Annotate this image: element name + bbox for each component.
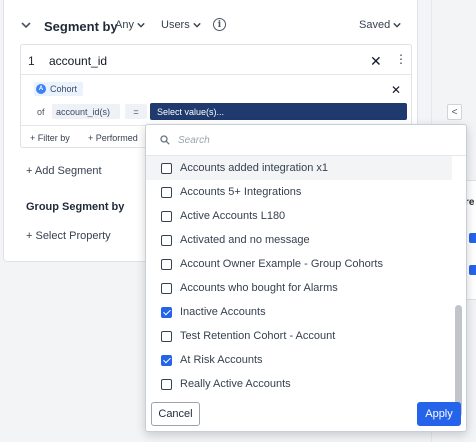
cohort-values-dropdown: Accounts added integration x1 Accounts 5… <box>145 124 467 432</box>
cohort-chip[interactable]: A Cohort <box>34 82 84 96</box>
add-segment-link[interactable]: + Add Segment <box>26 165 102 177</box>
checkbox[interactable] <box>161 234 172 246</box>
apply-button[interactable]: Apply <box>417 402 461 426</box>
segment-index: 1 <box>28 54 35 68</box>
collapse-panel-button[interactable]: < <box>447 104 462 120</box>
segment-title: Segment by <box>44 19 118 34</box>
remove-cohort-icon[interactable]: ✕ <box>391 83 401 97</box>
remove-property-icon[interactable]: ✕ <box>370 54 382 68</box>
list-item[interactable]: Test Retention Cohort - Account <box>146 324 452 348</box>
checkbox[interactable] <box>161 186 172 198</box>
operator-chip[interactable]: = <box>125 104 147 119</box>
checkbox[interactable] <box>161 162 172 174</box>
search-icon <box>160 135 170 145</box>
list-item[interactable]: Activated and no message <box>146 228 452 252</box>
users-dropdown[interactable]: Users <box>161 19 201 31</box>
segment-property[interactable]: account_id <box>49 54 107 68</box>
info-icon[interactable]: i <box>213 18 226 31</box>
chevron-down-icon[interactable] <box>21 20 31 30</box>
checkbox[interactable] <box>161 378 172 390</box>
option-label: Active Accounts L180 <box>180 210 286 222</box>
chevron-down-icon <box>193 22 201 28</box>
checkbox[interactable] <box>161 330 172 342</box>
list-item[interactable]: At Risk Accounts <box>146 348 452 372</box>
group-segment-title: Group Segment by <box>26 201 125 213</box>
list-item[interactable]: Really Active Accounts <box>146 372 452 396</box>
cohort-icon: A <box>36 84 46 94</box>
option-list: Accounts added integration x1 Accounts 5… <box>146 156 452 399</box>
list-item[interactable]: Accounts who bought for Alarms <box>146 276 452 300</box>
more-options-icon[interactable]: ⋮ <box>395 53 407 65</box>
checkbox[interactable] <box>161 210 172 222</box>
option-label: At Risk Accounts <box>180 354 263 366</box>
option-label: Inactive Accounts <box>180 306 266 318</box>
filter-by-link[interactable]: + Filter by <box>30 133 70 143</box>
list-item[interactable]: Active Accounts L180 <box>146 204 452 228</box>
segment-property-row: 1 account_id ✕ ⋮ <box>21 45 411 75</box>
select-property-link[interactable]: + Select Property <box>26 230 111 242</box>
list-item[interactable]: Accounts added integration x1 <box>146 156 452 180</box>
checkbox-checked[interactable] <box>161 306 172 318</box>
users-label: Users <box>161 19 190 31</box>
option-label: Activated and no message <box>180 234 310 246</box>
cohort-label: Cohort <box>50 84 78 94</box>
any-label: Any <box>115 19 134 31</box>
checkbox[interactable] <box>161 258 172 270</box>
option-label: Account Owner Example - Group Cohorts <box>180 258 383 270</box>
property-chip[interactable]: account_id(s) <box>52 104 120 119</box>
chevron-down-icon <box>393 22 401 28</box>
dropdown-footer: Cancel Apply <box>146 400 466 431</box>
cancel-button[interactable]: Cancel <box>151 402 200 426</box>
of-label: of <box>37 107 45 117</box>
list-item[interactable]: Account Owner Example - Group Cohorts <box>146 252 452 276</box>
search-row <box>146 125 466 156</box>
right-checkbox[interactable] <box>469 233 476 243</box>
checkbox-checked[interactable] <box>161 354 172 366</box>
option-label: Really Active Accounts <box>180 378 291 390</box>
value-select[interactable]: Select value(s)... <box>150 103 407 120</box>
option-label: Accounts added integration x1 <box>180 162 328 174</box>
performed-link[interactable]: + Performed <box>88 133 138 143</box>
list-item[interactable]: Inactive Accounts <box>146 300 452 324</box>
chevron-down-icon <box>137 22 145 28</box>
option-label: Accounts who bought for Alarms <box>180 282 338 294</box>
segment-header: Segment by Any Users i Saved <box>4 14 419 40</box>
list-item[interactable]: Accounts 5+ Integrations <box>146 180 452 204</box>
right-checkbox[interactable] <box>469 265 476 275</box>
any-dropdown[interactable]: Any <box>115 19 145 31</box>
saved-label: Saved <box>359 19 391 31</box>
search-input[interactable] <box>178 132 448 149</box>
saved-dropdown[interactable]: Saved <box>359 19 401 31</box>
option-label: Test Retention Cohort - Account <box>180 330 336 342</box>
option-label: Accounts 5+ Integrations <box>180 186 302 198</box>
checkbox[interactable] <box>161 282 172 294</box>
